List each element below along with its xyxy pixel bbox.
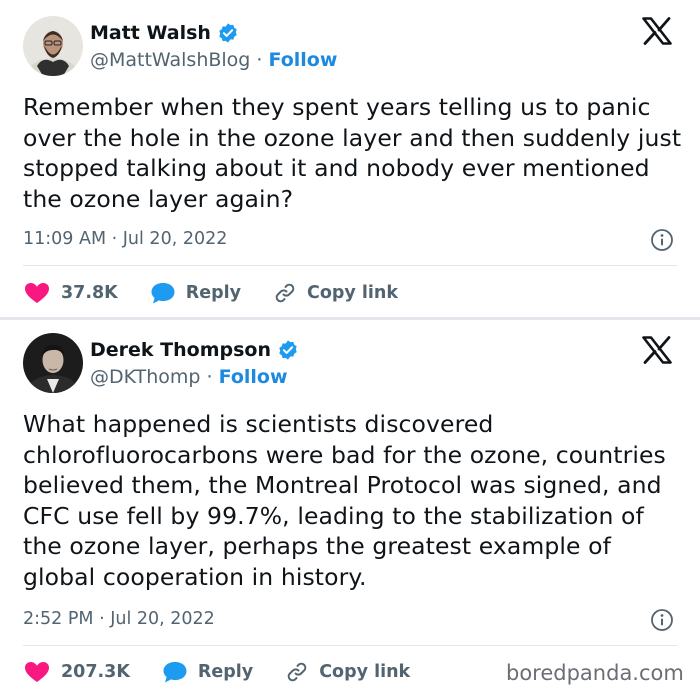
like-button[interactable]: 37.8K	[23, 281, 118, 305]
follow-button[interactable]: Follow	[219, 366, 288, 388]
tweet-timestamp[interactable]: 11:09 AM · Jul 20, 2022	[23, 229, 227, 249]
tweet-card-derek-thompson: Derek Thompson @DKThomp · Follow What ha…	[0, 320, 700, 698]
separator-dot: ·	[206, 366, 213, 388]
reply-label: Reply	[197, 662, 254, 682]
author-handle-row: @DKThomp · Follow	[90, 366, 288, 388]
verified-badge-icon	[279, 340, 297, 360]
tweet-card-matt-walsh: Matt Walsh @MattWalshBlog · Follow Remem…	[0, 0, 700, 318]
link-icon	[287, 662, 307, 682]
info-icon[interactable]	[650, 228, 674, 252]
tweet-rule	[23, 265, 677, 266]
tweet-text: Remember when they spent years telling u…	[23, 93, 682, 213]
author-name-row: Derek Thompson	[90, 339, 299, 361]
author-display-name[interactable]: Derek Thompson	[90, 339, 271, 361]
tweet-actions: 207.3K Reply Copy link	[23, 660, 440, 684]
avatar[interactable]	[23, 16, 83, 76]
link-icon	[275, 283, 295, 303]
like-count: 207.3K	[61, 662, 130, 682]
separator-dot: ·	[256, 49, 263, 71]
tweet-text: What happened is scientists discovered c…	[23, 410, 666, 591]
follow-button[interactable]: Follow	[269, 49, 338, 71]
reply-button[interactable]: Reply	[162, 660, 253, 684]
author-display-name[interactable]: Matt Walsh	[90, 22, 211, 44]
x-logo-icon[interactable]	[642, 17, 672, 45]
tweet-timestamp[interactable]: 2:52 PM · Jul 20, 2022	[23, 609, 215, 629]
heart-icon	[25, 662, 49, 682]
like-button[interactable]: 207.3K	[23, 660, 130, 684]
tweet-actions: 37.8K Reply Copy link	[23, 281, 428, 305]
copy-link-button[interactable]: Copy link	[273, 281, 398, 305]
x-logo-icon[interactable]	[642, 336, 672, 364]
tweet-rule	[23, 645, 677, 646]
copy-link-label: Copy link	[307, 283, 399, 303]
reply-label: Reply	[185, 283, 242, 303]
reply-bubble-icon	[163, 662, 187, 683]
verified-badge-icon	[219, 23, 237, 43]
info-icon[interactable]	[650, 608, 674, 632]
author-handle[interactable]: @MattWalshBlog	[90, 49, 250, 71]
source-watermark: boredpanda.com	[506, 661, 684, 685]
reply-button[interactable]: Reply	[150, 281, 241, 305]
avatar[interactable]	[23, 333, 83, 393]
author-handle-row: @MattWalshBlog · Follow	[90, 49, 337, 71]
like-count: 37.8K	[61, 283, 118, 303]
reply-bubble-icon	[151, 283, 175, 304]
copy-link-label: Copy link	[319, 662, 411, 682]
author-name-row: Matt Walsh	[90, 22, 239, 44]
author-handle[interactable]: @DKThomp	[90, 366, 200, 388]
heart-icon	[25, 283, 49, 303]
copy-link-button[interactable]: Copy link	[285, 660, 410, 684]
